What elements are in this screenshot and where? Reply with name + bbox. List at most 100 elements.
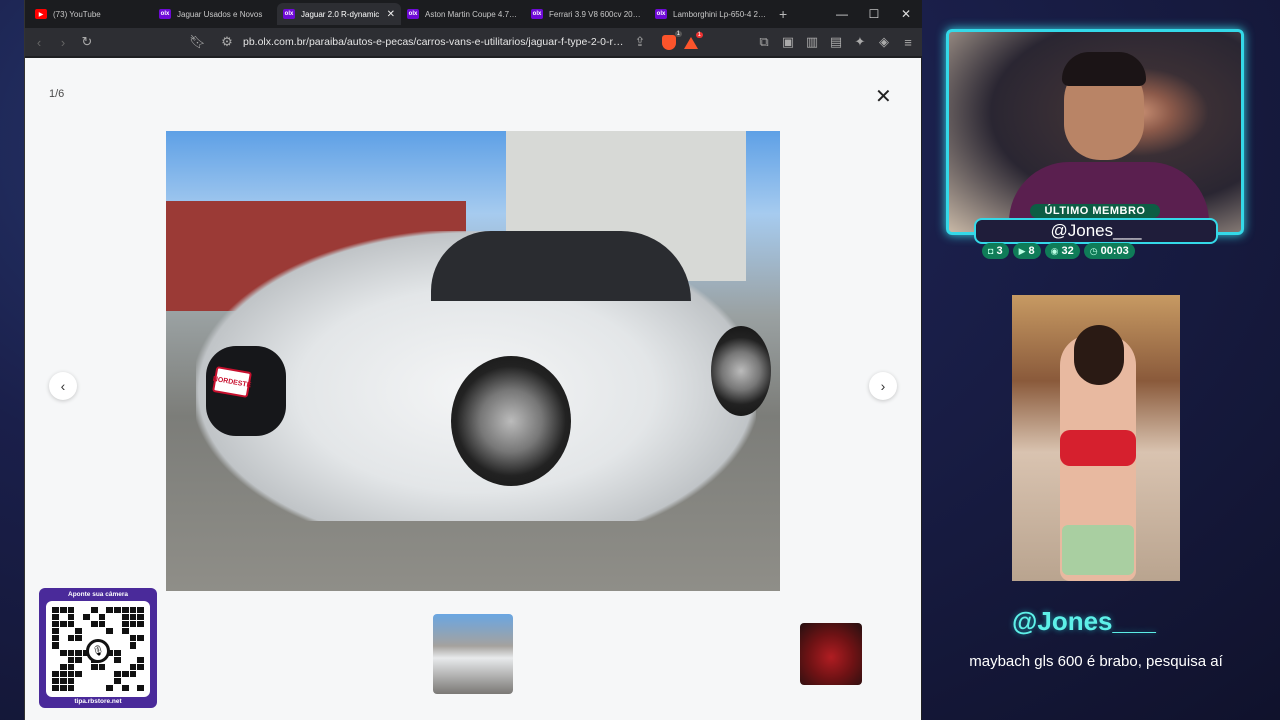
tab-jaguar-r-dynamic[interactable]: olx Jaguar 2.0 R-dynamic ✕	[277, 3, 401, 25]
qr-module	[137, 684, 144, 691]
qr-module	[137, 650, 144, 656]
olx-icon: olx	[655, 9, 667, 19]
wallet-icon[interactable]: ▤	[828, 34, 844, 50]
tab-title: Jaguar 2.0 R-dynamic	[301, 9, 380, 19]
qr-module	[114, 670, 121, 677]
extensions-icon[interactable]: ⧉	[756, 34, 772, 50]
next-photo-button[interactable]: ›	[869, 372, 897, 400]
qr-module	[52, 677, 59, 684]
stat-value: 8	[1028, 245, 1035, 257]
qr-module	[106, 684, 113, 691]
qr-module	[114, 677, 121, 684]
qr-module	[130, 678, 137, 684]
tab-aston-martin[interactable]: olx Aston Martin Coupe 4.7 V8	[401, 3, 525, 25]
maximize-icon[interactable]: ☐	[858, 7, 890, 21]
qr-module	[52, 670, 59, 677]
qr-module	[99, 628, 106, 634]
brave-shields-icon[interactable]: 1	[662, 30, 682, 50]
qr-module	[129, 614, 137, 621]
qr-module	[60, 657, 67, 663]
qr-card: Aponte sua câmera 🎙︎ tipa.rbstore.net	[39, 588, 157, 708]
bookmark-icon[interactable]: 🔖︎	[189, 34, 206, 50]
minimize-icon[interactable]: —	[826, 7, 858, 21]
qr-module	[114, 685, 121, 691]
thumbnail-1[interactable]	[433, 614, 513, 694]
reload-icon[interactable]: ↻	[79, 34, 95, 50]
brave-rewards-icon[interactable]: 1	[684, 32, 703, 49]
close-window-icon[interactable]: ✕	[890, 7, 922, 21]
tab-ferrari[interactable]: olx Ferrari 3.9 V8 600cv 2020 -	[525, 3, 649, 25]
qr-module	[59, 649, 67, 656]
qr-module	[106, 614, 113, 620]
qr-module	[98, 614, 106, 621]
thumbnail-2[interactable]	[800, 623, 862, 685]
olx-icon: olx	[531, 9, 543, 19]
qr-module	[106, 607, 113, 614]
address-bar[interactable]: ⚙ pb.olx.com.br/paraiba/autos-e-pecas/ca…	[213, 32, 654, 52]
stat-value: 00:03	[1100, 245, 1129, 257]
qr-module	[106, 635, 113, 641]
window-controls: — ☐ ✕	[826, 7, 922, 21]
qr-module	[91, 678, 98, 684]
forward-icon[interactable]: ›	[55, 35, 71, 50]
qr-title: Aponte sua câmera	[68, 591, 128, 598]
back-icon[interactable]: ‹	[31, 35, 47, 50]
vpn-icon[interactable]: ◈	[876, 34, 892, 50]
previous-photo-button[interactable]: ‹	[49, 372, 77, 400]
kick-icon: ◉	[1050, 245, 1059, 256]
tab-youtube[interactable]: ▶ (73) YouTube	[29, 3, 153, 25]
qr-module	[60, 642, 67, 648]
qr-module	[114, 649, 121, 656]
qr-module	[83, 671, 90, 677]
twitch-icon: ◘	[988, 246, 994, 256]
qr-module	[52, 614, 59, 621]
qr-module	[52, 635, 59, 642]
qr-module	[129, 635, 137, 642]
qr-module	[114, 635, 121, 641]
photo-wheel-front	[451, 356, 571, 486]
photo-wheel-rear	[711, 326, 771, 416]
qr-module	[90, 621, 98, 628]
leo-ai-icon[interactable]: ✦	[852, 34, 868, 50]
qr-module	[75, 607, 82, 613]
close-tab-icon[interactable]: ✕	[387, 9, 395, 20]
close-gallery-icon[interactable]: ✕	[875, 84, 892, 109]
share-icon[interactable]: ⇪	[632, 34, 648, 50]
qr-module	[83, 678, 90, 684]
main-photo: NORDESTE	[166, 131, 780, 591]
qr-module	[59, 607, 67, 614]
qr-module	[137, 628, 144, 634]
qr-module	[68, 642, 75, 648]
qr-module	[67, 677, 75, 684]
qr-module	[106, 678, 113, 684]
screenshot-icon[interactable]: ▣	[780, 34, 796, 50]
qr-module	[137, 642, 144, 648]
clip-bottom	[1062, 525, 1134, 575]
olx-icon: olx	[407, 9, 419, 19]
qr-module	[121, 628, 129, 635]
qr-module	[67, 656, 75, 663]
sidebar-icon[interactable]: ▥	[804, 34, 820, 50]
qr-module	[59, 670, 67, 677]
qr-module	[67, 614, 75, 621]
qr-module	[59, 663, 67, 670]
webcam-hair	[1062, 52, 1146, 86]
qr-module	[91, 671, 98, 677]
chevron-left-icon: ‹	[60, 378, 66, 394]
qr-module	[137, 671, 144, 677]
qr-module	[67, 649, 75, 656]
menu-icon[interactable]: ≡	[900, 35, 916, 50]
clip-top	[1060, 430, 1136, 466]
qr-module	[52, 621, 59, 628]
site-info-icon[interactable]: ⚙	[219, 34, 235, 50]
qr-module	[114, 614, 121, 620]
qr-module	[52, 642, 59, 649]
qr-module	[91, 628, 98, 634]
qr-module	[114, 621, 121, 627]
tab-lamborghini[interactable]: olx Lamborghini Lp-650-4 2020	[649, 3, 773, 25]
stat-value: 32	[1061, 245, 1074, 257]
qr-module	[75, 614, 82, 620]
stream-stats: ◘ 3 ▶ 8 ◉ 32 ◷ 00:03	[982, 243, 1135, 259]
new-tab-icon[interactable]: +	[779, 6, 787, 22]
tab-jaguar-usados[interactable]: olx Jaguar Usados e Novos	[153, 3, 277, 25]
